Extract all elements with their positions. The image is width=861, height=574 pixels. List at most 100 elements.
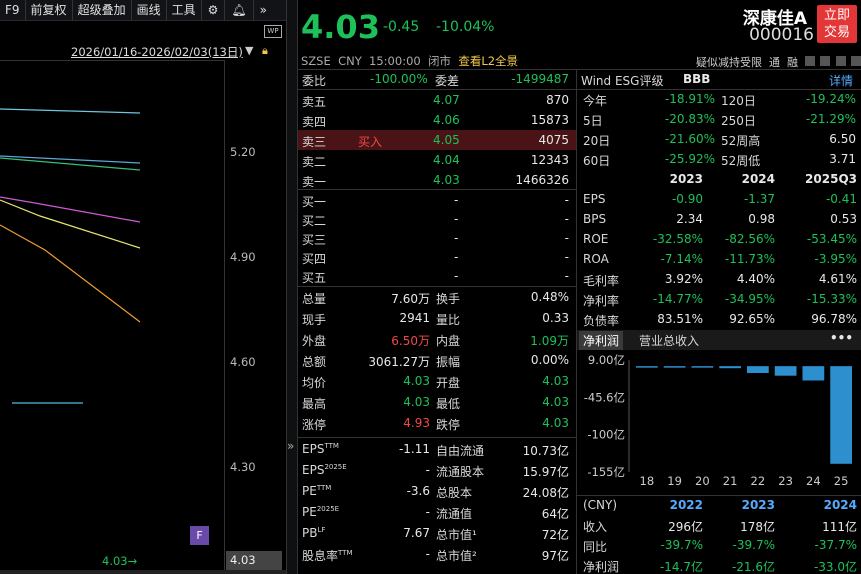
valuation-label: PBLF — [302, 526, 325, 540]
ask-row[interactable]: 卖一 4.03 1466326 — [298, 170, 576, 190]
ask-row[interactable]: 卖四 4.06 15873 — [298, 110, 576, 130]
valuation-label-sup: 2025E — [316, 505, 340, 513]
bar[interactable] — [719, 366, 741, 369]
tools-button[interactable]: 工具 — [167, 0, 202, 21]
ratio-value: -100.00% — [370, 72, 428, 86]
tab-revenue[interactable]: 营业总收入 — [639, 332, 699, 349]
bar[interactable] — [802, 366, 825, 381]
restore-right-button[interactable]: 前复权 — [26, 0, 73, 21]
notice-text[interactable]: 疑似减持受限 — [696, 56, 762, 69]
gear-icon[interactable]: ⚙ — [202, 0, 226, 21]
bell-icon[interactable]: 🔔︎ — [225, 0, 254, 21]
settings-icon[interactable] — [851, 56, 861, 66]
perf-value: -20.83% — [664, 112, 715, 126]
notice-rong: 融 — [787, 56, 798, 69]
divider — [577, 89, 861, 90]
bar[interactable] — [663, 366, 686, 368]
more-icon[interactable]: ••• — [830, 331, 853, 345]
ask-label: 卖四 — [302, 115, 327, 129]
valuation-value: 15.97亿 — [522, 465, 569, 479]
esg-detail-link[interactable]: 详情 — [829, 72, 853, 89]
perf-label: 120日 — [721, 94, 756, 108]
dropdown-triangle-icon[interactable]: ▼ — [245, 44, 253, 57]
valuation-label: EPSTTM — [302, 442, 339, 456]
valuation-label-text: 股息率 — [302, 549, 339, 563]
ask-volume: 870 — [546, 93, 569, 107]
date-range[interactable]: 2026/01/16-2026/02/03(13日) — [71, 44, 243, 60]
annual-year: 2024 — [823, 498, 857, 512]
alert-icon[interactable] — [835, 56, 846, 66]
valuation-value: 10.73亿 — [522, 444, 569, 458]
bid-volume: - — [564, 193, 569, 207]
valuation-label-text: EPS — [302, 442, 325, 456]
fin-value: -82.56% — [724, 232, 775, 246]
f-marker[interactable]: F — [190, 526, 209, 545]
more-chevron-icon[interactable]: » — [254, 0, 273, 21]
bar[interactable] — [830, 366, 852, 464]
f9-button[interactable]: F9 — [0, 0, 26, 21]
y-tick: 5.20 — [230, 145, 256, 159]
bid-row[interactable]: 买二 - - — [298, 209, 576, 228]
lock-icon[interactable]: 🔒︎ — [262, 44, 268, 58]
perf-label: 今年 — [583, 94, 608, 108]
ma-line-cyan — [0, 108, 141, 114]
bid-row[interactable]: 买四 - - — [298, 247, 576, 266]
exchange: SZSE — [301, 54, 331, 68]
bar[interactable] — [691, 366, 714, 368]
stat-label: 均价 — [302, 376, 327, 390]
l2-link[interactable]: 查看L2全景 — [458, 54, 518, 68]
ask-price: 4.07 — [433, 93, 460, 107]
annual-year: 2022 — [669, 498, 703, 512]
fin-value: 0.53 — [830, 212, 857, 226]
perf-label: 250日 — [721, 114, 756, 128]
ask-row[interactable]: 卖五 4.07 870 — [298, 90, 576, 110]
bid-label: 买一 — [302, 195, 327, 209]
ratio-label: 委比 — [302, 74, 327, 88]
share-icon[interactable] — [820, 56, 830, 66]
ask-row[interactable]: 卖二 4.04 12343 — [298, 150, 576, 170]
valuation-label-sup: 2025E — [324, 463, 347, 471]
bid-price: - — [454, 250, 459, 264]
bar-x-label: 18 — [640, 474, 655, 488]
bar[interactable] — [774, 366, 797, 376]
stat-value: 4.03 — [542, 416, 569, 430]
bid-row[interactable]: 买一 - - — [298, 190, 576, 209]
valuation-label-text: PE — [302, 484, 317, 498]
valuation-label-sup: LF — [317, 526, 326, 534]
stat-value: 6.50万 — [391, 334, 430, 348]
draw-line-button[interactable]: 画线 — [132, 0, 167, 21]
year-header: 2024 — [741, 172, 775, 186]
tab-net-profit[interactable]: 净利润 — [579, 331, 624, 350]
fin-value: -14.77% — [652, 292, 703, 306]
perf-value: -25.92% — [664, 152, 715, 166]
bid-volume: - — [564, 269, 569, 283]
diff-value: -1499487 — [511, 72, 569, 86]
ma-line-orange — [0, 224, 141, 323]
bid-price: - — [454, 231, 459, 245]
stock-terminal-window: { "toolbar":{"f9":"F9","restore":"前复权","… — [0, 0, 861, 574]
expand-chevron-icon[interactable]: » — [287, 439, 294, 453]
fin-value: -3.95% — [814, 252, 857, 266]
bid-row[interactable]: 买三 - - — [298, 228, 576, 247]
fin-label: 负债率 — [583, 314, 620, 328]
fin-value: 96.78% — [811, 312, 857, 326]
bar-y-tick: 9.00亿 — [588, 353, 625, 367]
bid-row[interactable]: 买五 - - — [298, 266, 576, 285]
bar[interactable] — [636, 366, 658, 368]
ask-label: 卖二 — [302, 155, 327, 169]
stock-code: 000016 — [749, 25, 814, 45]
buy-tag[interactable]: 买入 — [358, 133, 382, 150]
fin-value: 4.61% — [818, 272, 857, 286]
bar[interactable] — [747, 366, 769, 373]
valuation-label: 总市值¹ — [436, 528, 477, 542]
y-tick: 4.90 — [230, 250, 256, 264]
ask-row[interactable]: 卖三 买入 4.05 4075 — [298, 130, 576, 150]
overlay-button[interactable]: 超级叠加 — [73, 0, 132, 21]
wp-icon[interactable]: WP — [264, 25, 282, 38]
ask-volume: 15873 — [530, 113, 569, 127]
annual-label: 同比 — [583, 540, 608, 554]
edit-icon[interactable] — [804, 56, 815, 66]
bar-x-label: 21 — [723, 474, 738, 488]
notice-tong: 通 — [769, 56, 780, 69]
trade-now-button[interactable]: 立即 交易 — [817, 5, 857, 43]
